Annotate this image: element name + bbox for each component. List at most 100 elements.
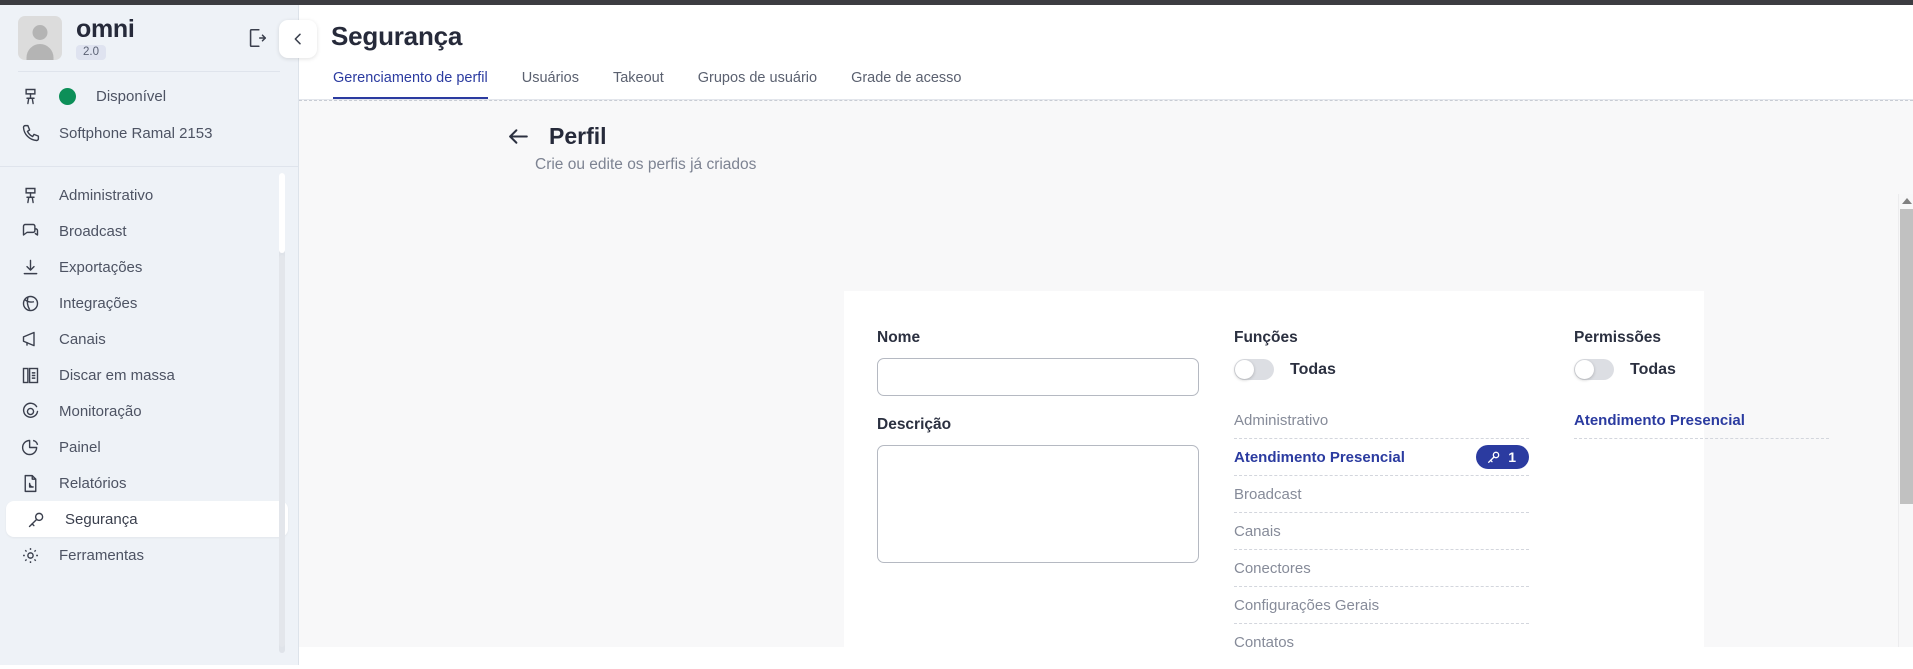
main-area: Segurança Gerenciamento de perfil Usuári… <box>299 5 1913 665</box>
list-item[interactable]: Broadcast <box>1234 476 1529 513</box>
sidebar-collapse-button[interactable] <box>279 20 317 58</box>
status-row[interactable]: Disponível <box>0 72 298 113</box>
panel-subtitle: Crie ou edite os perfis já criados <box>535 156 757 173</box>
tab-grade-de-acesso[interactable]: Grade de acesso <box>851 70 961 99</box>
function-label: Configurações Gerais <box>1234 596 1380 614</box>
sidebar-item-label: Administrativo <box>59 186 154 204</box>
sidebar-item-label: Relatórios <box>59 474 127 492</box>
sidebar-item-label: Ferramentas <box>59 546 145 564</box>
function-label: Conectores <box>1234 559 1311 577</box>
description-label: Descrição <box>877 416 952 433</box>
tab-grupos-de-usuario[interactable]: Grupos de usuário <box>698 70 817 99</box>
list-item[interactable]: Atendimento Presencial 1 <box>1234 439 1529 476</box>
function-label: Contatos <box>1234 633 1295 648</box>
tab-takeout[interactable]: Takeout <box>613 70 664 99</box>
functions-heading: Funções <box>1234 329 1298 346</box>
profile-form-card: Nome Descrição Funções Todas Administrat… <box>844 291 1829 647</box>
panel-header: Perfil Crie ou edite os perfis já criado… <box>299 101 1913 174</box>
phone-icon <box>20 123 41 144</box>
functions-column: Funções Todas Administrativo Atendimento… <box>1234 329 1529 647</box>
description-textarea[interactable] <box>877 445 1199 563</box>
sidebar-item-canais[interactable]: Canais <box>0 321 288 357</box>
sidebar-item-label: Exportações <box>59 258 143 276</box>
permission-label: Atendimento Presencial <box>1574 411 1745 429</box>
sidebar-item-exportacoes[interactable]: Exportações <box>0 249 288 285</box>
sidebar-item-painel[interactable]: Painel <box>0 429 288 465</box>
sidebar-item-seguranca[interactable]: Segurança <box>6 501 288 537</box>
target-icon <box>20 401 41 422</box>
list-item[interactable]: Canais <box>1234 513 1529 550</box>
softphone-label: Softphone Ramal 2153 <box>59 125 213 142</box>
pie-chart-icon <box>20 437 41 458</box>
key-icon <box>1486 449 1502 465</box>
chat-icon <box>20 221 41 242</box>
status-badge: 1 <box>1476 445 1529 469</box>
sidebar-scrollbar-thumb[interactable] <box>279 255 285 647</box>
logout-icon[interactable] <box>246 27 268 49</box>
dialer-icon <box>20 365 41 386</box>
tab-gerenciamento-de-perfil[interactable]: Gerenciamento de perfil <box>333 70 488 99</box>
sidebar-item-label: Painel <box>59 438 101 456</box>
account-identity: omni 2.0 <box>76 14 135 61</box>
functions-all-toggle[interactable] <box>1234 359 1274 380</box>
sidebar-nav-scroll-region: Administrativo Broadcast Exportações Int… <box>0 167 298 669</box>
status-label: Disponível <box>96 88 167 105</box>
desk-icon <box>20 185 41 206</box>
content-scrollbar-thumb[interactable] <box>1900 209 1913 504</box>
main-header: Segurança Gerenciamento de perfil Usuári… <box>299 5 1913 100</box>
list-item[interactable]: Atendimento Presencial <box>1574 402 1829 439</box>
list-item[interactable]: Administrativo <box>1234 402 1529 439</box>
name-label: Nome <box>877 329 921 346</box>
scroll-up-arrow-icon[interactable] <box>1902 198 1912 204</box>
sidebar-item-administrativo[interactable]: Administrativo <box>0 177 288 213</box>
permissions-column: Permissões Todas Atendimento Presencial <box>1529 329 1829 647</box>
function-label: Atendimento Presencial <box>1234 448 1405 466</box>
avatar <box>18 16 62 60</box>
account-name: omni <box>76 14 135 43</box>
softphone-row[interactable]: Softphone Ramal 2153 <box>0 113 298 150</box>
page-title: Segurança <box>331 21 463 51</box>
desk-icon <box>20 86 41 107</box>
sidebar-item-discar-em-massa[interactable]: Discar em massa <box>0 357 288 393</box>
sidebar-item-label: Segurança <box>65 510 138 528</box>
version-badge: 2.0 <box>76 45 106 61</box>
sidebar-scrollbar[interactable] <box>279 173 285 653</box>
report-icon <box>20 473 41 494</box>
sidebar-item-relatorios[interactable]: Relatórios <box>0 465 288 501</box>
functions-toggle-label: Todas <box>1290 360 1336 378</box>
sidebar-item-integracoes[interactable]: Integrações <box>0 285 288 321</box>
permissions-heading: Permissões <box>1574 329 1662 346</box>
list-item[interactable]: Configurações Gerais <box>1234 587 1529 624</box>
permissions-toggle-row: Todas <box>1574 359 1829 380</box>
sidebar-item-label: Discar em massa <box>59 366 175 384</box>
functions-list: Administrativo Atendimento Presencial 1 … <box>1234 402 1529 647</box>
function-label: Administrativo <box>1234 411 1329 429</box>
chevron-left-icon <box>290 31 306 47</box>
content-scrollbar[interactable] <box>1898 194 1913 647</box>
status-dot <box>59 88 76 105</box>
sidebar-item-broadcast[interactable]: Broadcast <box>0 213 288 249</box>
download-icon <box>20 257 41 278</box>
name-input[interactable] <box>877 358 1199 396</box>
list-item[interactable]: Contatos <box>1234 624 1529 648</box>
globe-icon <box>20 293 41 314</box>
functions-toggle-row: Todas <box>1234 359 1529 380</box>
sidebar-item-label: Broadcast <box>59 222 127 240</box>
sidebar: omni 2.0 Disponível Softphone Ramal 2153… <box>0 5 317 665</box>
sidebar-item-monitoracao[interactable]: Monitoração <box>0 393 288 429</box>
key-icon <box>26 509 47 530</box>
permissions-toggle-label: Todas <box>1630 360 1676 378</box>
sidebar-item-ferramentas[interactable]: Ferramentas <box>0 537 288 573</box>
permissions-list: Atendimento Presencial <box>1574 402 1829 439</box>
sidebar-item-label: Canais <box>59 330 106 348</box>
sidebar-header: omni 2.0 <box>0 5 298 69</box>
list-item[interactable]: Conectores <box>1234 550 1529 587</box>
panel-title: Perfil <box>549 123 607 149</box>
tab-usuarios[interactable]: Usuários <box>522 70 579 99</box>
content-scroll-region: Perfil Crie ou edite os perfis já criado… <box>299 100 1913 647</box>
permissions-all-toggle[interactable] <box>1574 359 1614 380</box>
gear-icon <box>20 545 41 566</box>
arrow-left-icon[interactable] <box>506 124 531 149</box>
function-label: Broadcast <box>1234 485 1302 503</box>
tab-bar: Gerenciamento de perfil Usuários Takeout… <box>331 70 1913 99</box>
